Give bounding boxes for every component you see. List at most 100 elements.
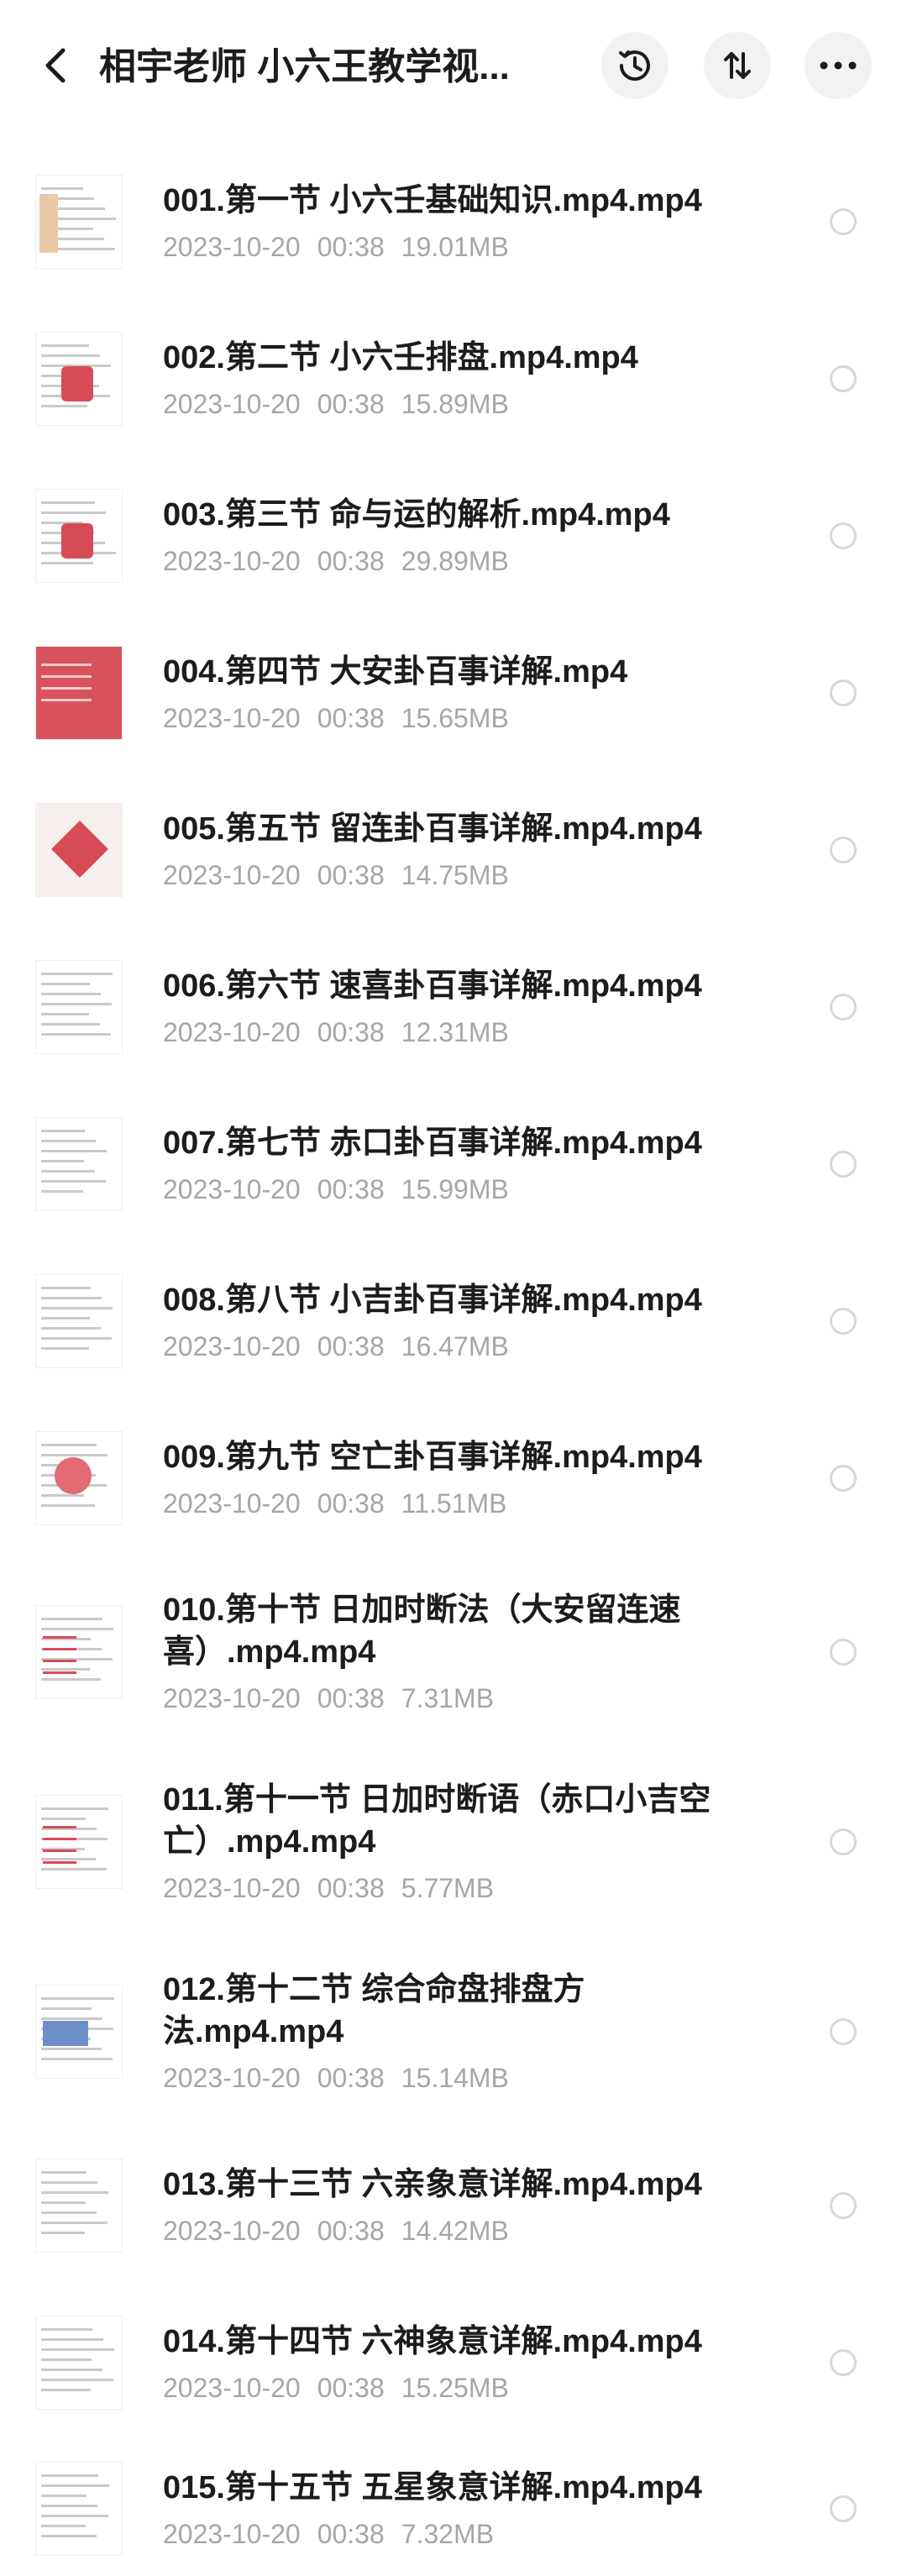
file-name: 005.第五节 留连卦百事详解.mp4.mp4: [163, 811, 702, 847]
sort-button[interactable]: [704, 32, 771, 99]
file-time: 00:38: [317, 1873, 385, 1903]
file-list-item[interactable]: 015.第十五节 五星象意详解.mp4.mp4 2023-10-20 00:38 7.…: [0, 2441, 907, 2576]
file-name: 001.第一节 小六壬基础知识.mp4.mp4: [163, 182, 702, 218]
select-radio[interactable]: [830, 1828, 857, 1855]
video-thumbnail: [35, 1116, 123, 1211]
file-size: 7.31MB: [401, 1683, 495, 1713]
file-meta: 2023-10-20 00:38 14.75MB: [163, 858, 509, 892]
video-thumbnail: [35, 174, 123, 269]
file-date: 2023-10-20: [163, 702, 301, 733]
top-bar: 相宇老师 小六王教学视...: [0, 0, 907, 134]
file-meta: 2023-10-20 00:38 7.32MB: [163, 2517, 494, 2551]
select-radio[interactable]: [830, 1639, 857, 1666]
file-meta: 2023-10-20 00:38 15.25MB: [163, 2371, 509, 2405]
file-name: 014.第十四节 六神象意详解.mp4.mp4: [163, 2323, 702, 2359]
file-time: 00:38: [317, 2215, 385, 2246]
select-radio[interactable]: [830, 679, 857, 706]
select-radio[interactable]: [830, 1307, 857, 1335]
video-thumbnail: [35, 1795, 123, 1889]
file-size: 11.51MB: [401, 1488, 507, 1519]
history-clock-icon: [619, 50, 650, 81]
select-radio[interactable]: [830, 993, 857, 1020]
file-meta: 2023-10-20 00:38 29.89MB: [163, 544, 509, 578]
file-time: 00:38: [317, 1488, 385, 1519]
file-meta: 2023-10-20 00:38 15.99MB: [163, 1173, 509, 1206]
file-list-item[interactable]: 013.第十三节 六亲象意详解.mp4.mp4 2023-10-20 00:38 14…: [0, 2127, 907, 2284]
file-list-item[interactable]: 006.第六节 速喜卦百事详解.mp4.mp4 2023-10-20 00:38 12…: [0, 928, 907, 1085]
file-list-item[interactable]: 002.第二节 小六壬排盘.mp4.mp4 2023-10-20 00:38 15.8…: [0, 300, 907, 457]
file-date: 2023-10-20: [163, 1683, 301, 1713]
file-name: 015.第十五节 五星象意详解.mp4.mp4: [163, 2469, 702, 2505]
file-list-item[interactable]: 005.第五节 留连卦百事详解.mp4.mp4 2023-10-20 00:38 14…: [0, 771, 907, 928]
select-radio[interactable]: [830, 522, 857, 549]
file-meta: 2023-10-20 00:38 16.47MB: [163, 1330, 509, 1363]
file-size: 12.31MB: [401, 1016, 509, 1047]
file-list-item[interactable]: 004.第四节 大安卦百事详解.mp4 2023-10-20 00:38 15.65M…: [0, 614, 907, 771]
file-meta: 2023-10-20 00:38 12.31MB: [163, 1015, 509, 1049]
select-radio[interactable]: [830, 2018, 857, 2045]
history-button[interactable]: [601, 32, 668, 99]
select-radio[interactable]: [830, 1150, 857, 1178]
file-time: 00:38: [317, 2063, 385, 2093]
file-time: 00:38: [317, 2372, 385, 2403]
select-radio[interactable]: [830, 207, 857, 235]
file-meta: 2023-10-20 00:38 11.51MB: [163, 1487, 506, 1520]
video-thumbnail: [35, 1431, 123, 1525]
back-button[interactable]: [32, 39, 79, 92]
file-size: 15.65MB: [401, 702, 509, 733]
video-thumbnail: [35, 331, 123, 426]
video-thumbnail: [35, 1985, 123, 2079]
file-date: 2023-10-20: [163, 1016, 301, 1047]
file-time: 00:38: [317, 702, 385, 733]
file-list-item[interactable]: 012.第十二节 综合命盘排盘方法.mp4.mp4 2023-10-20 00:38…: [0, 1937, 907, 2127]
file-name: 013.第十三节 六亲象意详解.mp4.mp4: [163, 2166, 702, 2202]
file-time: 00:38: [317, 1016, 385, 1047]
file-time: 00:38: [317, 388, 385, 419]
file-list-item[interactable]: 008.第八节 小吉卦百事详解.mp4.mp4 2023-10-20 00:38 16…: [0, 1242, 907, 1399]
file-list-item[interactable]: 011.第十一节 日加时断语（赤口小吉空亡）.mp4.mp4 2023-10-20…: [0, 1747, 907, 1937]
select-radio[interactable]: [830, 365, 857, 392]
file-time: 00:38: [317, 1173, 385, 1204]
file-meta: 2023-10-20 00:38 7.31MB: [163, 1681, 494, 1715]
file-list-item[interactable]: 010.第十节 日加时断法（大安留连速喜）.mp4.mp4 2023-10-20 0…: [0, 1557, 907, 1747]
file-list-item[interactable]: 009.第九节 空亡卦百事详解.mp4.mp4 2023-10-20 00:38 11…: [0, 1399, 907, 1557]
select-radio[interactable]: [830, 1465, 857, 1492]
file-date: 2023-10-20: [163, 388, 301, 419]
video-thumbnail: [35, 959, 123, 1054]
file-date: 2023-10-20: [163, 2372, 301, 2403]
video-thumbnail: [35, 1273, 123, 1368]
select-radio[interactable]: [830, 2191, 857, 2219]
file-date: 2023-10-20: [163, 545, 301, 576]
file-name: 010.第十节 日加时断法（大安留连速喜）.mp4.mp4: [163, 1592, 681, 1670]
more-button[interactable]: [805, 32, 872, 99]
select-radio[interactable]: [830, 2495, 857, 2522]
file-date: 2023-10-20: [163, 1330, 301, 1361]
file-name: 004.第四节 大安卦百事详解.mp4: [163, 653, 628, 690]
select-radio[interactable]: [830, 836, 857, 863]
file-meta: 2023-10-20 00:38 15.65MB: [163, 701, 509, 735]
file-date: 2023-10-20: [163, 1173, 301, 1204]
file-list-item[interactable]: 014.第十四节 六神象意详解.mp4.mp4 2023-10-20 00:38 15…: [0, 2284, 907, 2441]
file-time: 00:38: [317, 231, 385, 262]
file-date: 2023-10-20: [163, 231, 301, 262]
file-date: 2023-10-20: [163, 1873, 301, 1903]
file-date: 2023-10-20: [163, 1488, 301, 1519]
file-list-item[interactable]: 001.第一节 小六壬基础知识.mp4.mp4 2023-10-20 00:38 19…: [0, 143, 907, 300]
video-thumbnail: [35, 2158, 123, 2253]
file-name: 002.第二节 小六壬排盘.mp4.mp4: [163, 339, 638, 375]
file-date: 2023-10-20: [163, 2518, 301, 2549]
file-name: 012.第十二节 综合命盘排盘方法.mp4.mp4: [163, 1972, 585, 2049]
video-thumbnail: [35, 802, 123, 897]
file-time: 00:38: [317, 2518, 385, 2549]
file-name: 009.第九节 空亡卦百事详解.mp4.mp4: [163, 1440, 702, 1475]
select-radio[interactable]: [830, 2348, 857, 2376]
file-list-item[interactable]: 007.第七节 赤口卦百事详解.mp4.mp4 2023-10-20 00:38 15…: [0, 1085, 907, 1242]
file-size: 15.89MB: [401, 388, 509, 419]
video-thumbnail: [35, 1605, 123, 1699]
file-meta: 2023-10-20 00:38 15.14MB: [163, 2061, 509, 2095]
file-size: 14.75MB: [401, 859, 509, 890]
file-meta: 2023-10-20 00:38 14.42MB: [163, 2214, 509, 2248]
more-dots-icon: [820, 61, 857, 70]
file-list-item[interactable]: 003.第三节 命与运的解析.mp4.mp4 2023-10-20 00:38 29.…: [0, 457, 907, 614]
file-time: 00:38: [317, 859, 385, 890]
